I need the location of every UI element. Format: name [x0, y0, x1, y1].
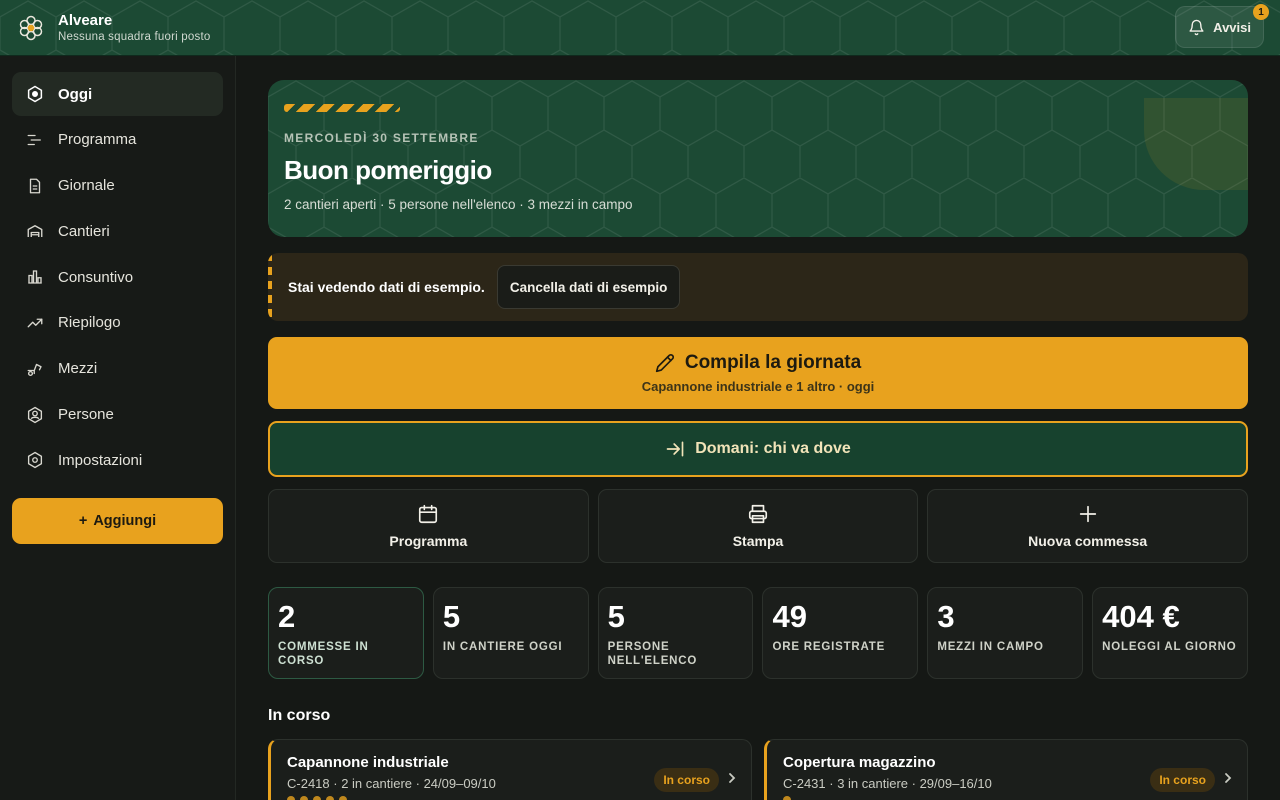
- sidebar-item-consuntivo[interactable]: Consuntivo: [12, 255, 223, 299]
- sidebar-item-label: Programma: [58, 131, 137, 149]
- calendar-icon: [419, 504, 438, 524]
- stat-card-vehicles[interactable]: 3 MEZZI IN CAMPO: [927, 587, 1084, 679]
- job-card[interactable]: Capannone industriale C-2418 · 2 in cant…: [268, 739, 752, 800]
- stat-label: ORE REGISTRATE: [772, 641, 886, 653]
- tomorrow-plan-button[interactable]: Domani: chi va dove: [268, 421, 1248, 477]
- stat-value: 5: [607, 599, 625, 634]
- job-card[interactable]: Copertura magazzino C-2431 · 3 in cantie…: [764, 739, 1248, 800]
- top-bar: Alveare Nessuna squadra fuori posto Avvi…: [0, 0, 1280, 56]
- sample-data-notice: Stai vedendo dati di esempio. Cancella d…: [268, 253, 1248, 321]
- sidebar-item-oggi[interactable]: Oggi: [12, 72, 223, 116]
- sidebar-item-label: Oggi: [58, 85, 93, 103]
- print-action-button[interactable]: Stampa: [597, 489, 919, 563]
- add-button[interactable]: + Aggiungi: [12, 498, 223, 545]
- hero-summary: 2 cantieri aperti · 5 persone nell'elenc…: [284, 197, 633, 212]
- chevron-right-icon: [729, 773, 736, 783]
- stat-value: 3: [937, 599, 955, 634]
- stat-value: 5: [442, 599, 461, 634]
- bar-chart-icon: [26, 268, 44, 286]
- sidebar-item-riepilogo[interactable]: Riepilogo: [12, 301, 223, 345]
- stat-value: 404 €: [1102, 599, 1180, 634]
- stat-card-active-jobs[interactable]: 2 COMMESSE IN CORSO: [268, 587, 424, 679]
- stat-value: 49: [772, 599, 807, 634]
- sidebar-item-label: Riepilogo: [58, 314, 121, 332]
- stat-value: 2: [278, 599, 296, 634]
- trend-icon: [26, 314, 44, 332]
- settings-icon: [26, 451, 44, 469]
- printer-icon: [748, 504, 768, 524]
- arrow-to-line-icon: [666, 441, 684, 457]
- stats-row: 2 COMMESSE IN CORSO 5 IN CANTIERE OGGI 5…: [268, 587, 1248, 679]
- action-label: Nuova commessa: [1028, 533, 1148, 549]
- plus-icon: +: [78, 513, 88, 530]
- sidebar-item-label: Cantieri: [58, 222, 110, 240]
- programma-action-button[interactable]: Programma: [268, 489, 589, 563]
- stat-label: COMMESSE IN CORSO: [278, 641, 369, 667]
- pencil-icon: [655, 354, 674, 373]
- fill-day-title: Compila la giornata: [684, 352, 862, 373]
- excavator-icon: [26, 360, 44, 378]
- bell-icon: [1189, 19, 1204, 35]
- stat-card-on-site-today[interactable]: 5 IN CANTIERE OGGI: [432, 587, 589, 679]
- sidebar-item-label: Impostazioni: [58, 451, 143, 469]
- status-badge: In corso: [1150, 768, 1215, 792]
- fill-day-button[interactable]: Compila la giornata Capannone industrial…: [268, 337, 1248, 409]
- hero-banner: MERCOLEDÌ 30 SETTEMBRE Buon pomeriggio 2…: [268, 80, 1248, 237]
- alerts-label: Avvisi: [1213, 19, 1251, 35]
- sample-data-text: Stai vedendo dati di esempio.: [288, 279, 485, 295]
- sidebar-item-label: Consuntivo: [58, 268, 134, 286]
- sidebar-item-label: Mezzi: [58, 360, 98, 378]
- chevron-right-icon: [1225, 773, 1232, 783]
- document-icon: [26, 177, 44, 195]
- plus-icon: [1079, 505, 1096, 523]
- sidebar-item-programma[interactable]: Programma: [12, 118, 223, 162]
- alerts-count-badge: 1: [1253, 4, 1269, 20]
- crew-dots: [783, 796, 791, 800]
- in-progress-title: In corso: [268, 707, 331, 724]
- new-job-action-button[interactable]: Nuova commessa: [927, 489, 1249, 563]
- app-subtitle: Nessuna squadra fuori posto: [58, 31, 211, 43]
- sidebar-item-cantieri[interactable]: Cantieri: [12, 209, 223, 253]
- app-name: Alveare: [58, 12, 113, 29]
- brand: Alveare Nessuna squadra fuori posto: [58, 12, 210, 43]
- sidebar-item-label: Persone: [58, 406, 114, 424]
- sidebar-item-persone[interactable]: Persone: [12, 393, 223, 437]
- alerts-button[interactable]: Avvisi 1: [1175, 4, 1269, 48]
- hexagon-icon: [26, 85, 44, 103]
- stat-label: IN CANTIERE OGGI: [442, 641, 563, 653]
- tomorrow-plan-label: Domani: chi va dove: [695, 440, 851, 457]
- stat-label: NOLEGGI AL GIORNO: [1102, 641, 1237, 653]
- stat-label: MEZZI IN CAMPO: [937, 641, 1044, 653]
- hazard-stripe: [284, 104, 400, 112]
- hero-date: MERCOLEDÌ 30 SETTEMBRE: [284, 131, 479, 145]
- stat-card-hours[interactable]: 49 ORE REGISTRATE: [762, 587, 919, 679]
- clear-sample-data-button[interactable]: Cancella dati di esempio: [496, 265, 681, 309]
- hero-greeting: Buon pomeriggio: [284, 155, 492, 185]
- stat-card-people[interactable]: 5 PERSONE NELL'ELENCO: [597, 587, 754, 679]
- beehive-logo-icon: [19, 15, 43, 40]
- sidebar-item-giornale[interactable]: Giornale: [12, 164, 223, 208]
- quick-actions: Programma Stampa Nuova commessa: [268, 489, 1249, 563]
- sidebar-item-impostazioni[interactable]: Impostazioni: [12, 438, 223, 482]
- person-icon: [26, 406, 44, 424]
- sidebar-item-mezzi[interactable]: Mezzi: [12, 347, 223, 391]
- status-badge: In corso: [654, 768, 719, 792]
- add-button-label: Aggiungi: [93, 513, 157, 530]
- crew-dots: [287, 796, 347, 800]
- sidebar: Oggi Programma Giornale Cantieri Consunt…: [0, 56, 236, 800]
- stat-label: PERSONE NELL'ELENCO: [607, 641, 698, 667]
- main-content: MERCOLEDÌ 30 SETTEMBRE Buon pomeriggio 2…: [268, 80, 1249, 800]
- stat-card-rentals[interactable]: 404 € NOLEGGI AL GIORNO: [1092, 587, 1248, 679]
- sidebar-item-label: Giornale: [58, 177, 115, 195]
- job-list: Capannone industriale C-2418 · 2 in cant…: [268, 739, 1248, 800]
- warehouse-icon: [26, 222, 44, 240]
- action-label: Programma: [389, 533, 468, 549]
- fill-day-subtitle: Capannone industriale e 1 altro · oggi: [641, 379, 875, 394]
- action-label: Stampa: [732, 533, 784, 549]
- gantt-icon: [26, 131, 44, 149]
